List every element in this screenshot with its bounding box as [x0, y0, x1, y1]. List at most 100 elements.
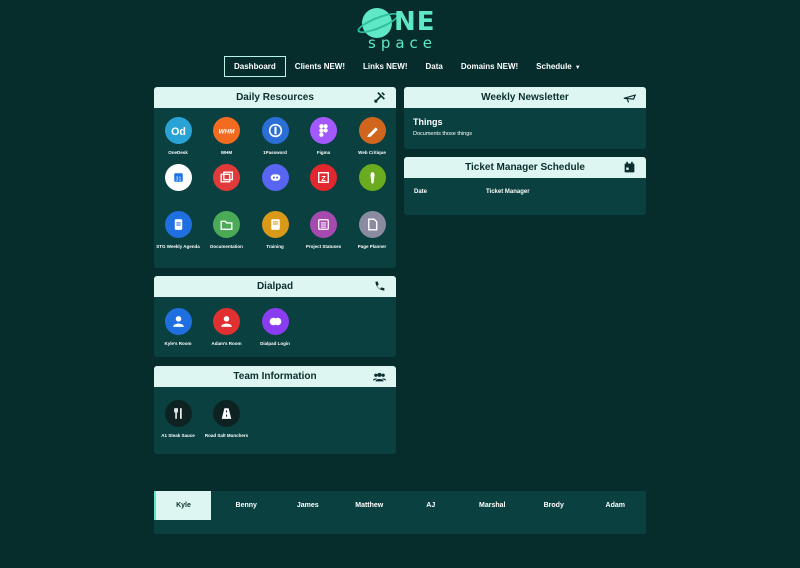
svg-text:Z: Z: [321, 174, 326, 183]
calendar-icon: [624, 161, 635, 173]
resource-tile-label: 1Password: [263, 150, 287, 155]
resource-tile-label: STG Weekly Agenda: [156, 244, 200, 249]
page-icon: [358, 211, 386, 238]
team-tile-label: Road Salt Munchers: [204, 433, 249, 438]
dialpad-tile[interactable]: Kyle's Room: [155, 308, 201, 347]
people-tabs: Kyle Benny James Matthew AJ Marshal Brody Adam: [154, 491, 646, 534]
resource-tile-label: Figma: [316, 150, 331, 155]
column-header-date: Date: [414, 189, 428, 195]
users-icon: [373, 372, 386, 382]
resource-tile[interactable]: Training: [252, 211, 298, 250]
password-manager-icon: [261, 117, 289, 144]
discord-icon: [261, 164, 289, 191]
zoom-icon: Z: [310, 164, 337, 191]
resource-tile-label: WHM: [220, 150, 233, 155]
onedesk-icon: Od: [164, 117, 192, 144]
resource-tile[interactable]: [252, 164, 298, 197]
resource-tile[interactable]: WHM WHM: [204, 117, 250, 156]
resource-tile-label: Documentation: [210, 244, 243, 249]
newsletter-heading: Things: [413, 117, 443, 127]
dialpad-card: Dialpad Kyle's Room Adam's Room Dialpad Lo…: [154, 276, 396, 357]
resource-tile[interactable]: Project Statuses: [301, 211, 347, 250]
dialpad-tile-label: Dialpad Login: [260, 341, 290, 346]
tab-kyle[interactable]: Kyle: [154, 491, 211, 520]
newsletter-title: Weekly Newsletter: [481, 92, 569, 103]
newsletter-body: Documents those things: [413, 131, 473, 137]
figma-icon: [310, 117, 337, 144]
dialpad-title: Dialpad: [256, 281, 294, 292]
folder-icon: [213, 211, 240, 238]
user-icon: [164, 308, 192, 335]
newsletter-header: Weekly Newsletter: [404, 87, 646, 108]
resource-tile-label: OneDesk: [168, 150, 188, 155]
user-icon: [213, 308, 240, 335]
daily-resources-title: Daily Resources: [236, 92, 314, 103]
nav-data[interactable]: Data: [416, 57, 451, 76]
book-icon: [261, 211, 289, 238]
team-info-title: Team Information: [233, 371, 317, 382]
nav-schedule[interactable]: Schedule ▼: [527, 57, 590, 76]
tab-benny[interactable]: Benny: [216, 491, 278, 520]
svg-text:Od: Od: [171, 126, 186, 138]
resource-tile[interactable]: 1Password: [252, 117, 298, 156]
team-tile[interactable]: A1 Steak Sauce: [155, 400, 201, 439]
dialpad-tile[interactable]: Adam's Room: [204, 308, 250, 347]
road-icon: [213, 400, 240, 427]
tools-icon: [374, 92, 385, 103]
resource-tile[interactable]: Documentation: [204, 211, 250, 250]
calendar-app-icon: 31: [164, 164, 192, 191]
dialpad-tile[interactable]: Dialpad Login: [252, 308, 298, 347]
resource-tile-label: Project Statuses: [305, 244, 342, 249]
chevron-down-icon: ▼: [574, 65, 581, 71]
nav-dashboard[interactable]: Dashboard: [224, 56, 286, 77]
resource-tile[interactable]: Z: [301, 164, 347, 197]
tab-aj[interactable]: AJ: [400, 491, 462, 520]
logo-word-one: NE: [394, 7, 436, 37]
daily-resources-header: Daily Resources: [154, 87, 396, 108]
tab-matthew[interactable]: Matthew: [339, 491, 401, 520]
tie-icon: [358, 164, 386, 191]
ticket-schedule-header: Ticket Manager Schedule: [404, 157, 646, 178]
nav-domains[interactable]: Domains NEW!: [452, 57, 527, 76]
pencil-icon: [358, 117, 386, 144]
nav-links[interactable]: Links NEW!: [354, 57, 416, 76]
tab-brody[interactable]: Brody: [523, 491, 585, 520]
tab-marshal[interactable]: Marshal: [462, 491, 524, 520]
resource-tile[interactable]: Od OneDesk: [155, 117, 201, 156]
resource-tile[interactable]: [204, 164, 250, 197]
column-header-ticket-manager: Ticket Manager: [486, 189, 530, 195]
dialpad-icon: [261, 308, 289, 335]
resource-tile[interactable]: [349, 164, 395, 197]
fork-knife-icon: [164, 400, 192, 427]
resource-tile-label: Page Planner: [357, 244, 387, 249]
whm-icon: WHM: [213, 117, 240, 144]
nav-schedule-label: Schedule: [536, 62, 572, 71]
logo-word-two: space: [368, 34, 438, 52]
dialpad-tile-label: Kyle's Room: [164, 341, 192, 346]
tab-adam[interactable]: Adam: [585, 491, 647, 520]
nav-clients[interactable]: Clients NEW!: [286, 57, 354, 76]
plane-icon: [623, 94, 636, 103]
resource-tile-label: Web Critique: [358, 150, 386, 155]
resource-tile-label: Training: [266, 244, 284, 249]
list-icon: [310, 211, 337, 238]
team-tile-label: A1 Steak Sauce: [161, 433, 195, 438]
ticket-schedule-card: Ticket Manager Schedule Date Ticket Mana…: [404, 157, 646, 215]
document-icon: [164, 211, 192, 238]
resource-tile[interactable]: Figma: [301, 117, 347, 156]
phone-icon: [375, 281, 385, 291]
resource-tile[interactable]: 31: [155, 164, 201, 197]
tab-james[interactable]: James: [277, 491, 339, 520]
windows-icon: [213, 164, 240, 191]
team-info-header: Team Information: [154, 366, 396, 387]
onespace-logo[interactable]: NE space: [355, 4, 442, 52]
daily-resources-card: Daily Resources Od OneDesk WHM WHM 1Password…: [154, 87, 396, 268]
newsletter-card: Weekly Newsletter Things Documents those…: [404, 87, 646, 149]
team-tile[interactable]: Road Salt Munchers: [204, 400, 250, 439]
resource-tile[interactable]: Web Critique: [349, 117, 395, 156]
resource-tile[interactable]: Page Planner: [349, 211, 395, 250]
svg-text:31: 31: [175, 177, 181, 183]
ticket-schedule-title: Ticket Manager Schedule: [465, 162, 585, 173]
resource-tile[interactable]: STG Weekly Agenda: [155, 211, 201, 250]
team-info-card: Team Information A1 Steak Sauce Road Salt…: [154, 366, 396, 454]
